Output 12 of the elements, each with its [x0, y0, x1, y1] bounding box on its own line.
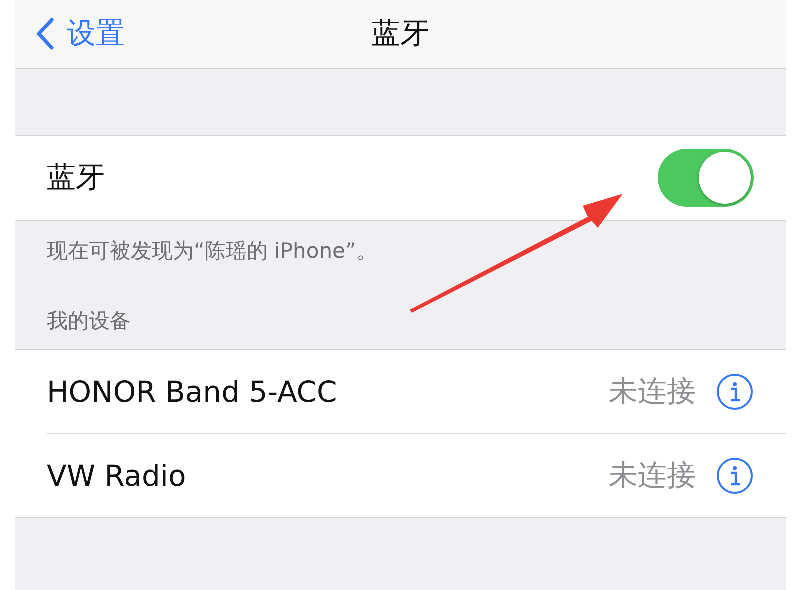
device-name[interactable]: HONOR Band 5-ACC: [47, 374, 609, 408]
page-title: 蓝牙: [372, 15, 430, 52]
footnote-text: 现在可被发现为“陈瑶的 iPhone”。: [46, 238, 378, 265]
connection-status: 未连接: [609, 456, 696, 494]
back-button[interactable]: 设置: [33, 12, 127, 56]
device-name[interactable]: VW Radio: [47, 458, 609, 492]
section-header: 我的设备: [46, 308, 132, 335]
connection-status: 未连接: [609, 372, 696, 410]
row-label: 蓝牙: [47, 159, 105, 196]
chevron-icon: [35, 17, 55, 51]
info-icon[interactable]: [716, 456, 754, 494]
info-icon[interactable]: [716, 372, 754, 410]
